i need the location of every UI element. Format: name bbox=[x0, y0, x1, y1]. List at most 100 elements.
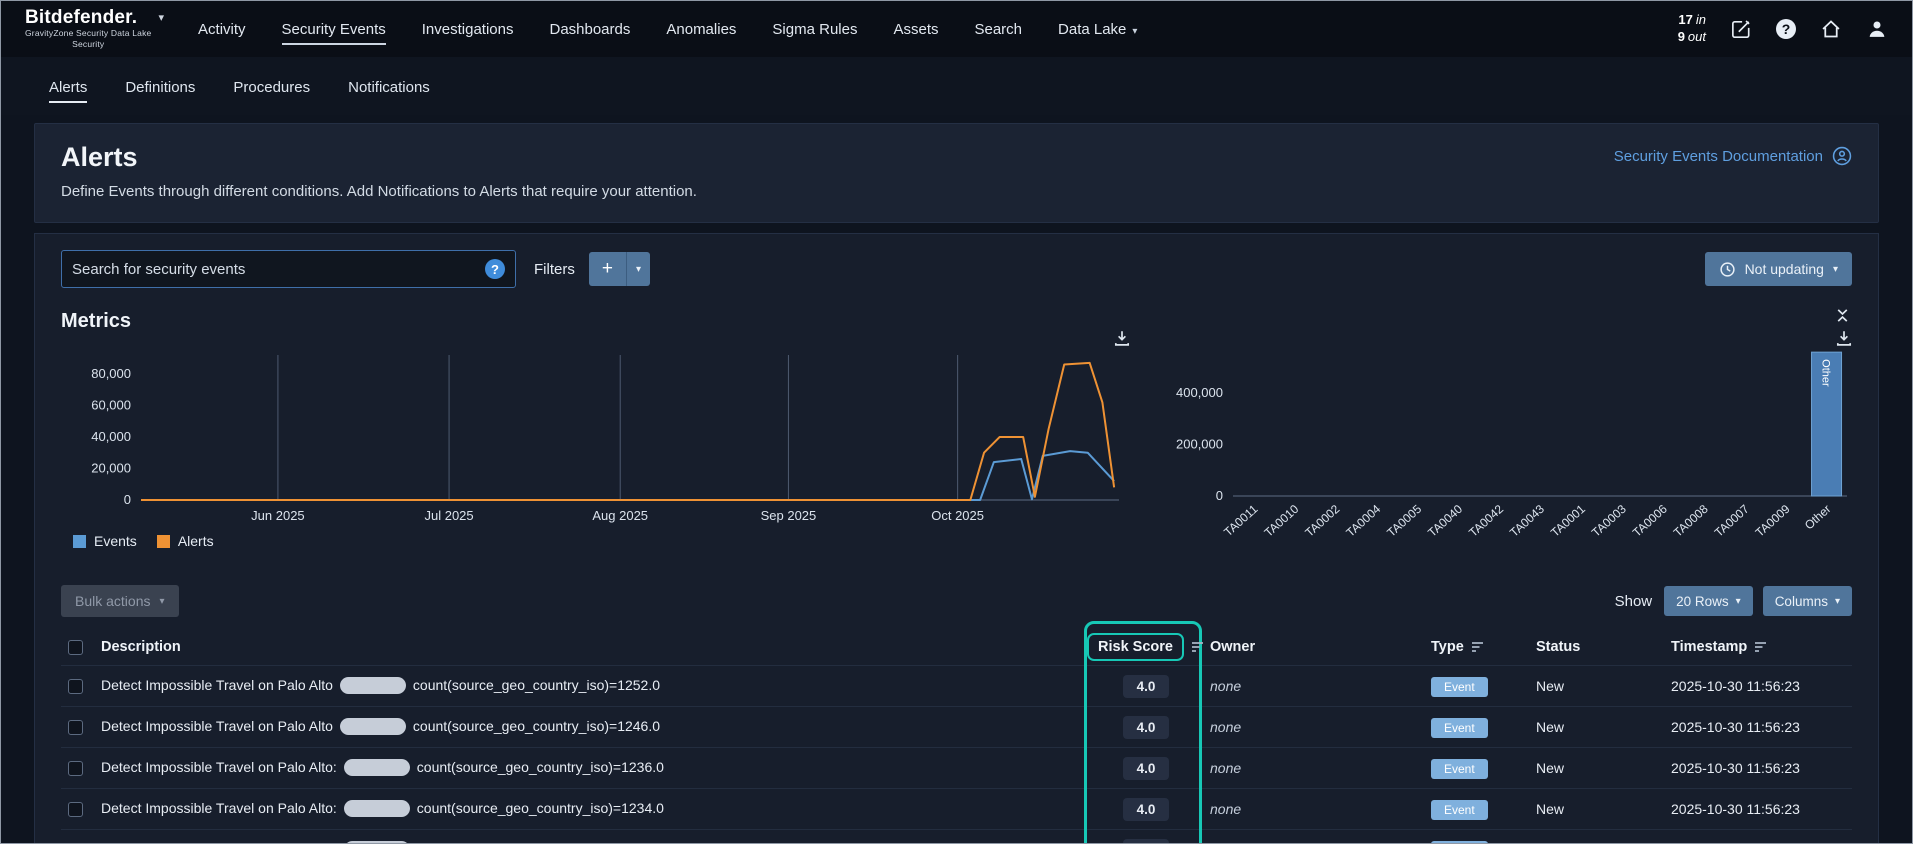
svg-text:Oct 2025: Oct 2025 bbox=[931, 508, 984, 523]
question-mark-glyph: ? bbox=[1776, 19, 1796, 39]
logo[interactable]: Bitdefender. GravityZone Security Data L… bbox=[25, 8, 164, 50]
status-value: New bbox=[1536, 760, 1565, 776]
type-badge: Event bbox=[1431, 800, 1488, 820]
chevron-down-icon: ▾ bbox=[158, 11, 165, 24]
line-chart: Jun 2025 Jul 2025 Aug 2025 Sep 2025 Oct 2025… bbox=[91, 355, 1119, 523]
chevron-down-icon: ▾ bbox=[1832, 263, 1838, 275]
alert-description[interactable]: Detect Impossible Travel on Palo Alto:- … bbox=[101, 840, 1086, 843]
compose-icon[interactable] bbox=[1730, 18, 1752, 40]
table-row: Detect Impossible Travel on Palo Alto: co… bbox=[61, 788, 1852, 829]
search-help-icon[interactable]: ? bbox=[485, 259, 505, 279]
svg-text:80,000: 80,000 bbox=[91, 366, 131, 381]
nav-item-assets[interactable]: Assets bbox=[893, 14, 938, 45]
home-icon[interactable] bbox=[1820, 18, 1842, 40]
row-checkbox[interactable] bbox=[68, 678, 83, 694]
svg-text:Aug 2025: Aug 2025 bbox=[592, 508, 648, 523]
collapse-metrics-icon[interactable] bbox=[1835, 308, 1850, 328]
chevron-down-icon: ▾ bbox=[159, 595, 165, 607]
row-checkbox[interactable] bbox=[68, 801, 83, 817]
documentation-link[interactable]: Security Events Documentation bbox=[1614, 146, 1852, 166]
alert-description[interactable]: Detect Impossible Travel on Palo Alto: co… bbox=[101, 799, 1086, 819]
svg-text:0: 0 bbox=[124, 492, 131, 507]
nav-item-data-lake[interactable]: Data Lake ▾ bbox=[1058, 14, 1137, 45]
timestamp-value: 2025-10-30 11:56:23 bbox=[1671, 678, 1800, 694]
nav-item-anomalies[interactable]: Anomalies bbox=[666, 14, 736, 45]
alert-description[interactable]: Detect Impossible Travel on Palo Alto: co… bbox=[101, 758, 1086, 778]
type-badge: Event bbox=[1431, 677, 1488, 697]
bulk-actions-button[interactable]: Bulk actions ▾ bbox=[61, 585, 179, 617]
tab-procedures[interactable]: Procedures bbox=[233, 79, 310, 103]
timestamp-value: 2025-10-30 11:56:23 bbox=[1671, 801, 1800, 817]
sort-icon[interactable] bbox=[1471, 641, 1485, 653]
sort-icon[interactable] bbox=[1191, 641, 1205, 653]
sort-icon[interactable] bbox=[1754, 641, 1768, 653]
header-type[interactable]: Type bbox=[1431, 639, 1536, 655]
svg-text:TA0001: TA0001 bbox=[1548, 502, 1588, 540]
legend-swatch bbox=[156, 534, 170, 548]
type-header-label: Type bbox=[1431, 639, 1464, 655]
svg-text:Jun 2025: Jun 2025 bbox=[251, 508, 305, 523]
header-owner[interactable]: Owner bbox=[1206, 639, 1431, 655]
status-value: New bbox=[1536, 678, 1565, 694]
nav-item-sigma-rules[interactable]: Sigma Rules bbox=[772, 14, 857, 45]
svg-text:TA0007: TA0007 bbox=[1712, 502, 1752, 540]
svg-text:TA0002: TA0002 bbox=[1302, 502, 1342, 540]
legend-item-events[interactable]: Events bbox=[73, 533, 137, 549]
svg-text:TA0005: TA0005 bbox=[1384, 502, 1424, 540]
tab-notifications[interactable]: Notifications bbox=[348, 79, 430, 103]
risk-score-value: 4.0 bbox=[1123, 756, 1169, 780]
app-window: Bitdefender. GravityZone Security Data L… bbox=[0, 0, 1913, 844]
chevron-down-icon[interactable]: ▾ bbox=[627, 252, 650, 286]
risk-score-value: 4.0 bbox=[1123, 715, 1169, 739]
table-row: Detect Impossible Travel on Palo Alto cou… bbox=[61, 665, 1852, 706]
tactics-bar-chart: 0 200,000 400,000 TA0011 TA0010 TA0002 TA0004 T… bbox=[1167, 331, 1857, 571]
owner-header-label: Owner bbox=[1210, 639, 1256, 655]
documentation-icon bbox=[1832, 146, 1852, 166]
svg-text:60,000: 60,000 bbox=[91, 397, 131, 412]
svg-text:TA0006: TA0006 bbox=[1630, 502, 1670, 540]
user-icon[interactable] bbox=[1866, 18, 1888, 40]
nav-item-activity[interactable]: Activity bbox=[198, 14, 246, 45]
help-icon[interactable]: ? bbox=[1776, 19, 1796, 39]
download-chart-icon[interactable] bbox=[1113, 329, 1131, 352]
clock-icon bbox=[1719, 261, 1735, 277]
redacted-text bbox=[343, 758, 410, 776]
top-navbar: Bitdefender. GravityZone Security Data L… bbox=[1, 1, 1912, 57]
logo-title: Bitdefender. bbox=[25, 6, 138, 28]
search-input[interactable] bbox=[72, 260, 485, 278]
header-timestamp[interactable]: Timestamp bbox=[1671, 639, 1852, 655]
svg-text:Sep 2025: Sep 2025 bbox=[761, 508, 817, 523]
owner-value: none bbox=[1210, 719, 1242, 735]
legend-label: Alerts bbox=[177, 533, 214, 549]
navbar-right: 17 in 9 out ? bbox=[1678, 12, 1888, 46]
description-prefix: Detect Impossible Travel on Palo Alto bbox=[101, 717, 333, 734]
table-row: Detect Impossible Travel on Palo Alto: co… bbox=[61, 747, 1852, 788]
refresh-status-button[interactable]: Not updating ▾ bbox=[1704, 252, 1852, 286]
alert-description[interactable]: Detect Impossible Travel on Palo Alto cou… bbox=[101, 717, 1086, 737]
select-all-checkbox[interactable] bbox=[68, 639, 83, 655]
svg-text:Other: Other bbox=[1802, 502, 1834, 532]
table-body: Detect Impossible Travel on Palo Alto cou… bbox=[61, 665, 1852, 843]
rows-per-page-button[interactable]: 20 Rows ▾ bbox=[1664, 586, 1753, 616]
nav-item-search[interactable]: Search bbox=[974, 14, 1022, 45]
header-status[interactable]: Status bbox=[1536, 639, 1671, 655]
header-risk-score[interactable]: Risk Score bbox=[1086, 633, 1206, 661]
tab-alerts[interactable]: Alerts bbox=[49, 79, 88, 103]
tab-definitions[interactable]: Definitions bbox=[125, 79, 195, 103]
add-filter-button[interactable]: + ▾ bbox=[588, 252, 650, 286]
alert-description[interactable]: Detect Impossible Travel on Palo Alto cou… bbox=[101, 676, 1086, 696]
svg-text:Jul 2025: Jul 2025 bbox=[424, 508, 473, 523]
nav-item-security-events[interactable]: Security Events bbox=[281, 14, 386, 45]
nav-item-investigations[interactable]: Investigations bbox=[422, 14, 514, 45]
columns-button[interactable]: Columns ▾ bbox=[1762, 586, 1852, 616]
download-chart-icon[interactable] bbox=[1835, 329, 1853, 352]
header-description[interactable]: Description bbox=[101, 639, 1086, 655]
row-checkbox[interactable] bbox=[68, 760, 83, 776]
risk-score-header-box: Risk Score bbox=[1087, 633, 1184, 661]
legend-item-alerts[interactable]: Alerts bbox=[156, 533, 214, 549]
bulk-actions-label: Bulk actions bbox=[75, 593, 151, 609]
legend-label: Events bbox=[94, 533, 137, 549]
row-checkbox[interactable] bbox=[68, 719, 83, 735]
nav-item-dashboards[interactable]: Dashboards bbox=[549, 14, 630, 45]
logo-text: Bitdefender. GravityZone Security Data L… bbox=[25, 8, 151, 50]
